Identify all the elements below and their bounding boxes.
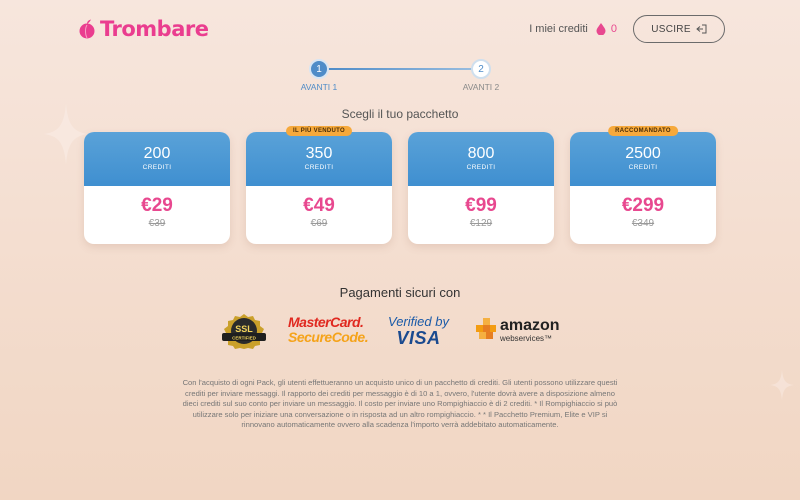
logout-icon	[696, 24, 707, 34]
secure-payments-title: Pagamenti sicuri con	[339, 285, 461, 300]
package-old-price: €69	[310, 218, 328, 229]
aws-cubes-icon	[476, 318, 496, 339]
svg-text:SSL: SSL	[235, 324, 253, 334]
payment-logos: SSL CERTIFIED MasterCard. SecureCode. Ve…	[220, 312, 565, 352]
drop-icon	[596, 23, 606, 35]
package-card-350[interactable]: IL PIÙ VENDUTO 350 CREDITI €49 €69	[246, 126, 392, 244]
brand-logo[interactable]: Trombare	[78, 17, 209, 41]
package-price: €99	[465, 195, 497, 216]
package-card-200[interactable]: 200 CREDITI €29 €39	[84, 132, 230, 244]
package-amount: 800	[467, 145, 495, 162]
section-title: Scegli il tuo pacchetto	[341, 107, 459, 121]
package-header: 200 CREDITI	[84, 132, 230, 186]
package-body: €299 €349	[570, 186, 716, 229]
mastercard-securecode-logo: MasterCard. SecureCode.	[288, 314, 369, 345]
package-price: €49	[303, 195, 335, 216]
logout-label: USCIRE	[651, 23, 691, 35]
package-old-price: €39	[148, 218, 166, 229]
package-old-price: €129	[469, 218, 493, 229]
package-price: €299	[621, 195, 665, 216]
package-unit: CREDITI	[466, 164, 496, 171]
package-header: 350 CREDITI	[246, 132, 392, 186]
step-1-circle[interactable]: 1	[309, 59, 329, 79]
package-unit: CREDITI	[304, 164, 334, 171]
package-header: 2500 CREDITI	[570, 132, 716, 186]
package-unit: CREDITI	[142, 164, 172, 171]
package-header: 800 CREDITI	[408, 132, 554, 186]
sparkle-decoration	[770, 370, 794, 400]
verified-by-visa-logo: Verified by VISA	[388, 314, 449, 348]
stepper: 1 2 AVANTI 1 AVANTI 2	[300, 59, 500, 95]
step-1-label: AVANTI 1	[300, 82, 338, 92]
credits-count: 0	[610, 23, 617, 35]
step-2-circle[interactable]: 2	[471, 59, 491, 79]
package-unit: CREDITI	[628, 164, 658, 171]
credits-label[interactable]: I miei crediti	[529, 23, 588, 35]
logout-button[interactable]: USCIRE	[633, 15, 725, 43]
header: Trombare I miei crediti 0 USCIRE	[78, 14, 725, 44]
package-card-800[interactable]: 800 CREDITI €99 €129	[408, 132, 554, 244]
package-list: 200 CREDITI €29 €39 IL PIÙ VENDUTO 350 C…	[84, 126, 716, 244]
package-price: €29	[141, 195, 173, 216]
package-card-2500[interactable]: RACCOMANDATO 2500 CREDITI €299 €349	[570, 126, 716, 244]
peach-icon	[79, 19, 95, 39]
package-body: €29 €39	[84, 186, 230, 229]
step-2-label: AVANTI 2	[462, 82, 500, 92]
package-old-price: €349	[631, 218, 655, 229]
package-amount: 350	[305, 145, 333, 162]
package-body: €49 €69	[246, 186, 392, 229]
amazon-webservices-logo: amazon webservices™	[500, 317, 560, 344]
package-badge: IL PIÙ VENDUTO	[286, 126, 352, 136]
package-badge: RACCOMANDATO	[608, 126, 678, 136]
header-right: I miei crediti 0 USCIRE	[529, 15, 725, 43]
svg-text:CERTIFIED: CERTIFIED	[232, 336, 257, 341]
brand-name: Trombare	[100, 17, 209, 41]
package-body: €99 €129	[408, 186, 554, 229]
ssl-certified-logo: SSL CERTIFIED	[222, 314, 266, 349]
package-amount: 200	[143, 145, 171, 162]
step-progress-line	[328, 68, 480, 70]
credits-disclaimer: Con l'acquisto di ogni Pack, gli utenti …	[182, 378, 618, 429]
package-amount: 2500	[625, 145, 661, 162]
